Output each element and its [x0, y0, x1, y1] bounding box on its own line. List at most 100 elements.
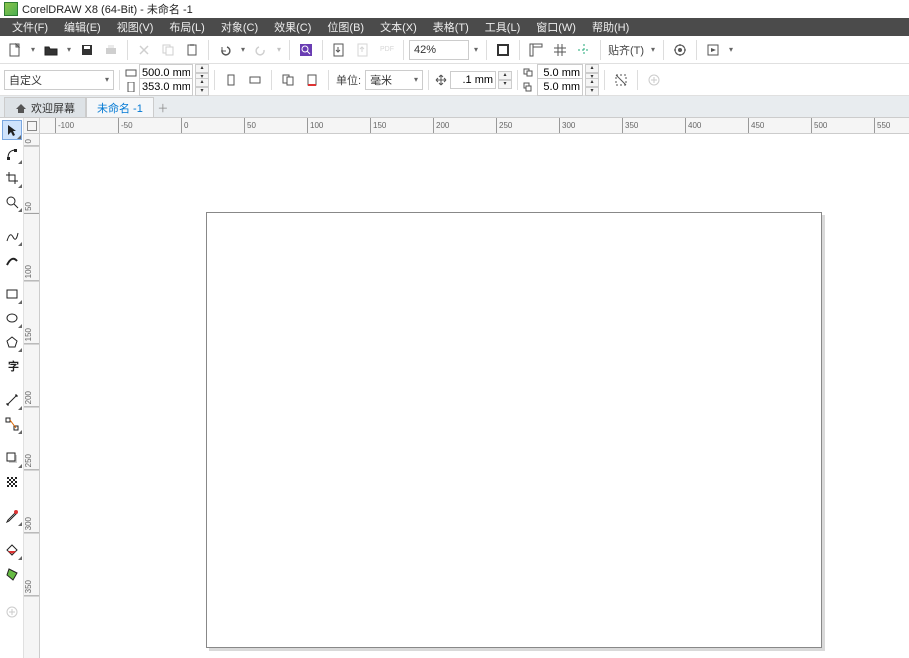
page-dimensions: ▴▾ ▴▾	[125, 66, 209, 94]
export-button[interactable]	[352, 39, 374, 61]
freehand-tool[interactable]	[2, 226, 22, 246]
ruler-h-tick: 550	[874, 118, 890, 134]
new-dropdown[interactable]: ▾	[28, 45, 38, 54]
horizontal-ruler[interactable]: -100-50050100150200250300350400450500550	[40, 118, 909, 134]
ellipse-tool[interactable]	[2, 308, 22, 328]
save-button[interactable]	[76, 39, 98, 61]
ruler-v-tick: 50	[24, 202, 40, 214]
search-content-button[interactable]	[295, 39, 317, 61]
dup-y-input[interactable]	[537, 78, 583, 96]
connector-tool[interactable]	[2, 414, 22, 434]
options-button[interactable]	[669, 39, 691, 61]
nudge-spinner[interactable]: ▴▾	[498, 71, 512, 89]
undo-button[interactable]	[214, 39, 236, 61]
page-height-input[interactable]	[139, 78, 193, 96]
tab-welcome[interactable]: 欢迎屏幕	[4, 97, 86, 117]
shape-tool[interactable]	[2, 144, 22, 164]
redo-dropdown[interactable]: ▾	[274, 45, 284, 54]
show-guidelines-button[interactable]	[573, 39, 595, 61]
units-combo[interactable]: 毫米▾	[365, 70, 423, 90]
landscape-button[interactable]	[244, 69, 266, 91]
crop-tool[interactable]	[2, 168, 22, 188]
dup-y-spinner[interactable]: ▴▾	[585, 78, 599, 96]
nudge-input[interactable]	[450, 71, 496, 89]
dup-x-icon	[523, 68, 535, 78]
parallel-dimension-tool[interactable]	[2, 390, 22, 410]
menu-layout[interactable]: 布局(L)	[161, 17, 212, 37]
app-logo-icon	[4, 2, 18, 16]
pick-tool[interactable]	[2, 120, 22, 140]
snap-dropdown[interactable]: ▾	[648, 45, 658, 54]
current-page-button[interactable]	[301, 69, 323, 91]
import-button[interactable]	[328, 39, 350, 61]
ruler-h-tick: 250	[496, 118, 512, 134]
zoom-dropdown[interactable]: ▾	[471, 45, 481, 54]
interactive-fill-tool[interactable]	[2, 540, 22, 560]
units-label: 单位:	[336, 72, 361, 88]
show-rulers-button[interactable]	[525, 39, 547, 61]
tab-add-button[interactable]: ＋	[154, 99, 172, 117]
artistic-media-tool[interactable]	[2, 250, 22, 270]
redo-button[interactable]	[250, 39, 272, 61]
ruler-h-tick: 300	[559, 118, 575, 134]
menu-bitmaps[interactable]: 位图(B)	[319, 17, 372, 37]
menu-tools[interactable]: 工具(L)	[477, 17, 528, 37]
zoom-tool[interactable]	[2, 192, 22, 212]
ruler-h-tick: -100	[55, 118, 74, 134]
property-bar: 自定义▾ ▴▾ ▴▾ 单位: 毫米▾ ▴▾ ▴▾	[0, 64, 909, 96]
window-title: CorelDRAW X8 (64-Bit) - 未命名 -1	[22, 1, 193, 17]
treat-as-filled-button[interactable]	[610, 69, 632, 91]
launch-button[interactable]	[702, 39, 724, 61]
menu-view[interactable]: 视图(V)	[109, 17, 162, 37]
vertical-ruler[interactable]: 050100150200250300350	[24, 134, 40, 658]
standard-toolbar: ▾ ▾ ▾ ▾ PDF 42% ▾ 贴齐(T) ▾ ▾	[0, 36, 909, 64]
tab-document[interactable]: 未命名 -1	[86, 97, 154, 117]
open-button[interactable]	[40, 39, 62, 61]
zoom-combo[interactable]: 42%	[409, 40, 469, 60]
text-tool[interactable]: 字	[2, 356, 22, 376]
color-eyedropper-tool[interactable]	[2, 506, 22, 526]
rectangle-tool[interactable]	[2, 284, 22, 304]
page-height-spinner[interactable]: ▴▾	[195, 78, 209, 96]
drawing-page	[206, 212, 822, 648]
document-tabs: 欢迎屏幕 未命名 -1 ＋	[0, 96, 909, 118]
menu-edit[interactable]: 编辑(E)	[56, 17, 109, 37]
ruler-h-tick: 350	[622, 118, 638, 134]
publish-pdf-button[interactable]: PDF	[376, 39, 398, 61]
menu-window[interactable]: 窗口(W)	[528, 17, 584, 37]
cut-button[interactable]	[133, 39, 155, 61]
ruler-origin-button[interactable]	[24, 118, 40, 134]
menubar: 文件(F) 编辑(E) 视图(V) 布局(L) 对象(C) 效果(C) 位图(B…	[0, 18, 909, 36]
menu-text[interactable]: 文本(X)	[372, 17, 425, 37]
transparency-tool[interactable]	[2, 472, 22, 492]
ruler-h-tick: 100	[307, 118, 323, 134]
fullscreen-button[interactable]	[492, 39, 514, 61]
paste-button[interactable]	[181, 39, 203, 61]
menu-help[interactable]: 帮助(H)	[584, 17, 637, 37]
show-grid-button[interactable]	[549, 39, 571, 61]
ruler-h-tick: 500	[811, 118, 827, 134]
new-button[interactable]	[4, 39, 26, 61]
all-pages-button[interactable]	[277, 69, 299, 91]
print-button[interactable]	[100, 39, 122, 61]
add-preset-button[interactable]	[643, 69, 665, 91]
launch-dropdown[interactable]: ▾	[726, 45, 736, 54]
drop-shadow-tool[interactable]	[2, 448, 22, 468]
menu-table[interactable]: 表格(T)	[425, 17, 477, 37]
undo-dropdown[interactable]: ▾	[238, 45, 248, 54]
polygon-tool[interactable]	[2, 332, 22, 352]
menu-file[interactable]: 文件(F)	[4, 17, 56, 37]
smart-fill-tool[interactable]	[2, 564, 22, 584]
drawing-viewport[interactable]	[40, 134, 909, 658]
width-icon	[125, 68, 137, 78]
nudge-icon	[434, 73, 448, 87]
menu-effects[interactable]: 效果(C)	[266, 17, 319, 37]
menu-object[interactable]: 对象(C)	[213, 17, 266, 37]
page-preset-combo[interactable]: 自定义▾	[4, 70, 114, 90]
portrait-button[interactable]	[220, 69, 242, 91]
open-dropdown[interactable]: ▾	[64, 45, 74, 54]
ruler-h-tick: 200	[433, 118, 449, 134]
quick-customize-button[interactable]	[2, 602, 22, 622]
canvas-area: -100-50050100150200250300350400450500550…	[24, 118, 909, 658]
copy-button[interactable]	[157, 39, 179, 61]
